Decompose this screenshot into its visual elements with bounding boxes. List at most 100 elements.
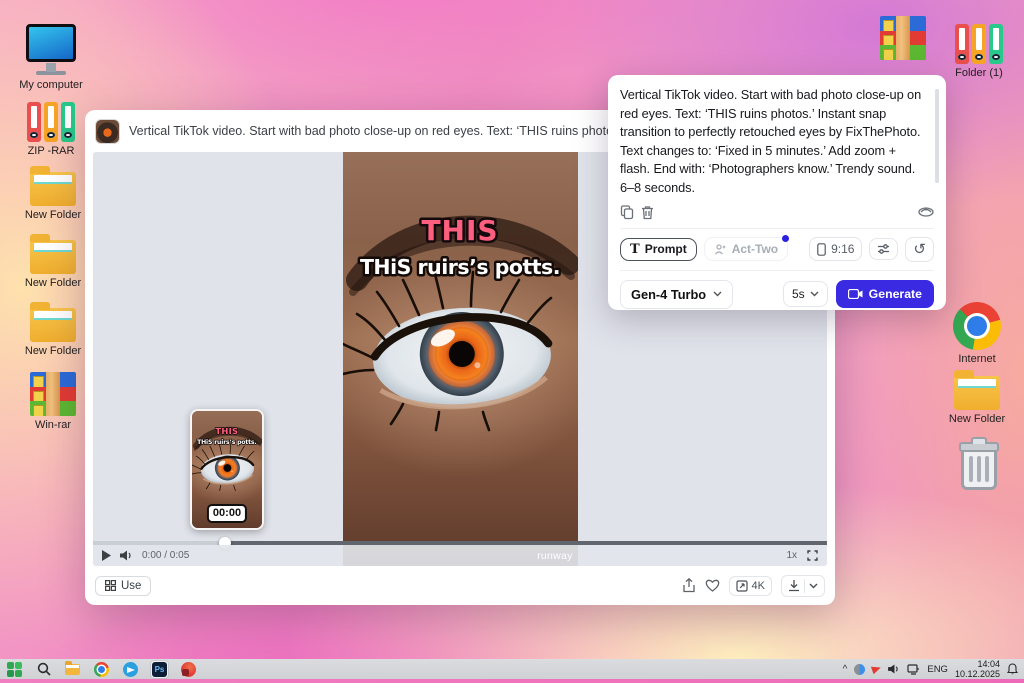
desktop-icon-new-folder-1[interactable]: New Folder xyxy=(14,164,92,221)
start-button[interactable] xyxy=(6,661,23,678)
start-icon xyxy=(7,661,22,677)
phone-portrait-icon xyxy=(817,242,826,256)
volume-icon[interactable] xyxy=(120,550,133,561)
desktop-icon-label: New Folder xyxy=(948,413,1006,425)
desktop-icon-label: New Folder xyxy=(24,277,82,289)
tab-prompt[interactable]: T Prompt xyxy=(620,237,697,261)
folder-icon xyxy=(65,660,80,675)
desktop-icon-label: ZIP -RAR xyxy=(27,145,75,157)
like-button[interactable] xyxy=(705,579,720,592)
runway-watermark: runway xyxy=(537,549,573,562)
desktop-icon-folder-1[interactable]: Folder (1) xyxy=(940,24,1018,79)
playback-speed[interactable]: 1x xyxy=(786,550,797,561)
desktop-icon-label: Win-rar xyxy=(34,419,72,431)
video-camera-icon xyxy=(847,289,863,300)
archive-binders-icon xyxy=(955,24,1003,64)
folder-icon xyxy=(30,234,76,274)
taskbar-photoshop[interactable]: Ps xyxy=(151,660,168,678)
aspect-ratio-value: 9:16 xyxy=(831,242,855,257)
textarea-scrollbar[interactable] xyxy=(935,89,939,183)
desktop-icon-my-computer[interactable]: My computer xyxy=(12,24,90,91)
player-controls: 0:00 / 0:05 runway 1x xyxy=(93,545,827,566)
trash-icon xyxy=(642,205,653,219)
photoshop-icon: Ps xyxy=(152,661,167,677)
video-frame[interactable] xyxy=(343,152,578,566)
upscale-icon xyxy=(735,579,748,592)
desktop-icon-label: New Folder xyxy=(24,345,82,357)
duration-selector[interactable]: 5s xyxy=(782,281,828,308)
duration-value: 5s xyxy=(791,287,805,302)
desktop-icon-label: Internet xyxy=(958,353,996,365)
tray-overflow-button[interactable]: ^ xyxy=(843,664,848,675)
volume-tray-icon[interactable] xyxy=(888,664,900,674)
desktop-icon-new-folder-2[interactable]: New Folder xyxy=(14,232,92,289)
upscale-4k-button[interactable]: 4K xyxy=(728,575,772,596)
timeline-thumbnail[interactable]: 00:00 xyxy=(190,409,264,530)
copy-prompt-button[interactable] xyxy=(620,204,634,220)
desktop: My computer ZIP -RAR New Folder New Fold… xyxy=(0,0,1024,683)
download-icon xyxy=(789,580,799,592)
desktop-icon-new-folder-right[interactable]: New Folder xyxy=(938,368,1016,425)
desktop-icon-winrar-top[interactable] xyxy=(864,16,942,60)
taskbar-file-explorer[interactable] xyxy=(64,660,81,678)
tray-arrow-icon[interactable] xyxy=(871,663,883,675)
reset-button[interactable]: ↺ xyxy=(905,236,934,262)
use-button[interactable]: Use xyxy=(95,575,152,596)
notifications-bell-icon[interactable] xyxy=(1007,663,1018,675)
chevron-down-icon xyxy=(809,583,818,588)
tab-act-two[interactable]: Act-Two xyxy=(703,235,790,262)
taskbar-chrome[interactable] xyxy=(93,661,110,678)
winrar-icon xyxy=(30,372,76,416)
language-indicator[interactable]: ENG xyxy=(927,664,948,675)
wallpaper-strip xyxy=(0,679,1024,683)
chevron-down-icon xyxy=(713,291,722,297)
cap-icon xyxy=(918,207,934,217)
share-icon xyxy=(682,578,695,593)
clock-date: 10.12.2025 xyxy=(954,669,1000,679)
clock-time: 14:04 xyxy=(977,659,1000,669)
desktop-icon-win-rar[interactable]: Win-rar xyxy=(14,372,92,431)
trash-icon xyxy=(959,442,999,490)
model-selector[interactable]: Gen-4 Turbo xyxy=(620,279,734,309)
time-display: 0:00 / 0:05 xyxy=(142,550,190,561)
fullscreen-icon[interactable] xyxy=(807,550,818,561)
enhance-prompt-button[interactable] xyxy=(918,206,934,218)
desktop-icon-zip-rar[interactable]: ZIP -RAR xyxy=(12,102,90,157)
folder-icon xyxy=(30,166,76,206)
settings-button[interactable] xyxy=(869,238,899,261)
tab-act-two-label: Act-Two xyxy=(731,242,779,257)
display-tray-icon[interactable] xyxy=(907,663,920,675)
chrome-icon xyxy=(94,661,109,677)
desktop-icon-label: Folder (1) xyxy=(955,67,1003,79)
model-name: Gen-4 Turbo xyxy=(631,286,707,302)
winrar-icon xyxy=(880,16,926,60)
window-footer: Use 4K xyxy=(85,566,835,605)
archive-binders-icon xyxy=(27,102,75,142)
desktop-icon-label: My computer xyxy=(19,79,83,91)
generate-button[interactable]: Generate xyxy=(835,280,934,309)
tab-prompt-label: Prompt xyxy=(644,242,687,257)
tray-app-icon[interactable] xyxy=(854,663,866,675)
download-split-button[interactable] xyxy=(781,574,825,597)
desktop-icon-new-folder-3[interactable]: New Folder xyxy=(14,300,92,357)
play-button[interactable] xyxy=(102,550,111,561)
search-icon xyxy=(37,662,51,676)
delete-prompt-button[interactable] xyxy=(641,205,654,220)
notification-dot xyxy=(782,235,790,243)
generation-thumbnail-icon[interactable] xyxy=(95,118,120,144)
chrome-icon xyxy=(953,302,1001,350)
share-button[interactable] xyxy=(682,578,696,593)
taskbar-telegram[interactable] xyxy=(122,661,139,678)
use-button-label: Use xyxy=(121,579,142,592)
desktop-icon-recycle-bin[interactable] xyxy=(940,438,1018,490)
taskbar: Ps ^ ENG 14:04 10.12.2025 xyxy=(0,659,1024,679)
taskbar-clock[interactable]: 14:04 10.12.2025 xyxy=(955,659,1000,679)
prompt-textarea[interactable]: Vertical TikTok video. Start with bad ph… xyxy=(620,86,934,198)
taskbar-search[interactable] xyxy=(35,661,52,678)
desktop-icon-internet[interactable]: Internet xyxy=(938,302,1016,365)
aspect-ratio-selector[interactable]: 9:16 xyxy=(809,237,863,262)
thumbnail-timestamp: 00:00 xyxy=(206,504,248,523)
desktop-icon-label: New Folder xyxy=(24,209,82,221)
folder-icon xyxy=(30,302,76,342)
taskbar-red-app[interactable] xyxy=(180,661,197,678)
